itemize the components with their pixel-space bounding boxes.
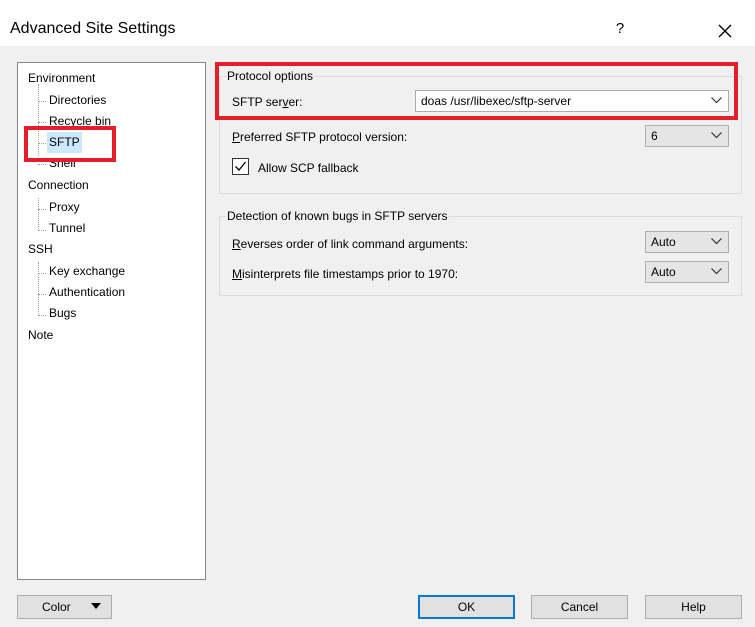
color-button[interactable]: Color (17, 595, 112, 619)
tree-item-ssh[interactable]: SSH (26, 239, 55, 260)
tree-item-sftp[interactable]: SFTP (47, 132, 82, 153)
protocol-options-title: Protocol options (226, 69, 315, 83)
help-icon[interactable]: ? (611, 18, 629, 40)
title-bar: Advanced Site Settings ? (0, 0, 755, 46)
tree-item-bugs[interactable]: Bugs (47, 303, 78, 324)
tree-item-note[interactable]: Note (26, 325, 55, 346)
protocol-version-value: 6 (651, 129, 658, 143)
tree-item-shell[interactable]: Shell (47, 153, 78, 174)
tree-connector (38, 143, 46, 144)
protocol-version-select[interactable]: 6 (645, 125, 729, 147)
caret-down-icon (91, 603, 101, 609)
tree-connector (38, 262, 39, 316)
tree-connector (38, 198, 39, 231)
tree-item-environment[interactable]: Environment (26, 68, 97, 89)
window-title: Advanced Site Settings (10, 20, 176, 37)
checkmark-icon (235, 161, 247, 171)
tree-item-authentication[interactable]: Authentication (47, 282, 127, 303)
tree-item-proxy[interactable]: Proxy (47, 197, 82, 218)
settings-tree[interactable]: Environment Directories Recycle bin SFTP… (17, 62, 206, 580)
tree-item-tunnel[interactable]: Tunnel (47, 218, 87, 239)
tree-connector (38, 84, 39, 156)
sftp-server-label: SFTP server: (232, 95, 303, 109)
scp-fallback-label[interactable]: Allow SCP fallback (258, 161, 359, 175)
sftp-server-combo[interactable]: doas /usr/libexec/sftp-server (415, 90, 729, 112)
tree-item-key-exchange[interactable]: Key exchange (47, 261, 127, 282)
tree-connector (38, 209, 46, 210)
tree-connector (38, 230, 46, 231)
tree-item-recycle-bin[interactable]: Recycle bin (47, 111, 113, 132)
tree-connector (38, 273, 46, 274)
tree-connector (38, 315, 46, 316)
reverse-link-value: Auto (651, 235, 676, 249)
cancel-button[interactable]: Cancel (531, 595, 628, 619)
scp-fallback-checkbox[interactable] (232, 158, 249, 175)
timestamps-label: Misinterprets file timestamps prior to 1… (232, 267, 459, 281)
chevron-down-icon (711, 97, 722, 104)
bugs-detection-title: Detection of known bugs in SFTP servers (226, 209, 449, 223)
tree-connector (38, 122, 46, 123)
reverse-link-select[interactable]: Auto (645, 231, 729, 253)
timestamps-value: Auto (651, 265, 676, 279)
timestamps-select[interactable]: Auto (645, 261, 729, 283)
reverse-link-label: Reverses order of link command arguments… (232, 237, 469, 251)
help-button[interactable]: Help (645, 595, 742, 619)
protocol-version-label: Preferred SFTP protocol version: (232, 130, 408, 144)
tree-connector (38, 294, 46, 295)
chevron-down-icon (711, 238, 722, 245)
close-icon[interactable] (713, 19, 737, 43)
tree-item-directories[interactable]: Directories (47, 90, 108, 111)
tree-connector (38, 101, 46, 102)
tree-connector (38, 164, 46, 165)
chevron-down-icon (711, 268, 722, 275)
ok-button[interactable]: OK (418, 595, 515, 619)
chevron-down-icon (711, 132, 722, 139)
sftp-server-value: doas /usr/libexec/sftp-server (421, 94, 572, 108)
tree-item-connection[interactable]: Connection (26, 175, 91, 196)
bugs-detection-group (219, 216, 742, 296)
color-button-label: Color (42, 600, 71, 614)
